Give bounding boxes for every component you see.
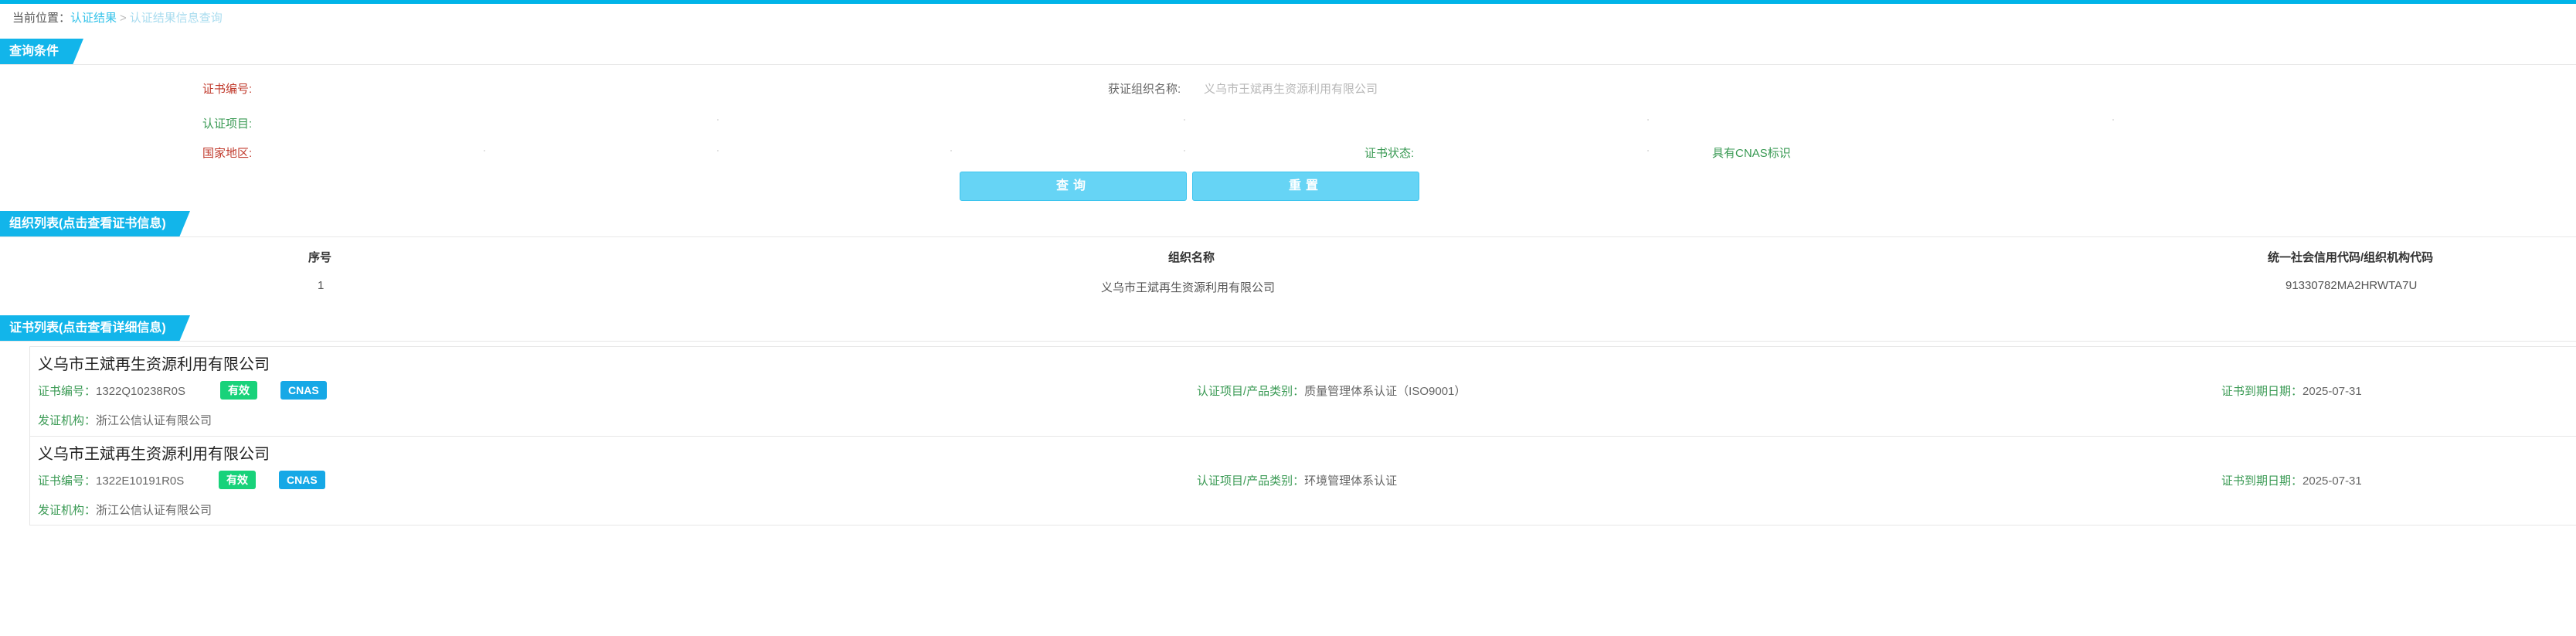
field-divider [1647,119,1649,121]
cert-no-label: 证书编号: [202,83,253,96]
certificate-project: 认证项目/产品类别：质量管理体系认证（ISO9001） [1197,383,1466,399]
project-value: 环境管理体系认证 [1304,474,1398,488]
cell-org-name[interactable]: 义乌市王斌再生资源利用有限公司 [1101,279,1275,295]
section-query-title: 查询条件 [0,39,83,65]
breadcrumb: 当前位置：认证结果 > 认证结果信息查询 [12,11,223,26]
cnas-badge: CNAS [280,381,327,400]
certificate-card[interactable]: 义乌市王斌再生资源利用有限公司 证书编号：1322E10191R0S 有效 CN… [29,436,2576,525]
reset-button[interactable]: 重置 [1192,172,1419,201]
expiry-key: 证书到期日期： [2221,385,2303,398]
status-badge: 有效 [220,381,257,400]
cert-no-key: 证书编号： [38,474,97,488]
section-divider [0,236,2576,237]
cert-no-value: 1322E10191R0S [96,474,185,488]
issuer-key: 发证机构： [38,504,97,517]
certificate-issuer: 发证机构：浙江公信认证有限公司 [38,502,212,518]
project-label: 认证项目: [202,117,253,131]
project-key: 认证项目/产品类别： [1197,474,1305,488]
field-divider [717,119,719,121]
search-button[interactable]: 查询 [960,172,1187,201]
cert-no-key: 证书编号： [38,385,97,398]
project-select[interactable] [259,114,692,131]
field-divider [484,150,485,151]
certificate-issuer: 发证机构：浙江公信认证有限公司 [38,412,212,428]
certificate-org-title[interactable]: 义乌市王斌再生资源利用有限公司 [38,352,270,374]
field-divider [717,150,719,151]
status-label: 证书状态: [1364,147,1415,160]
section-divider [0,64,2576,65]
breadcrumb-link-results[interactable]: 认证结果 [70,12,117,25]
cell-index: 1 [318,279,325,292]
org-name-label: 获证组织名称: [1108,83,1181,96]
certificate-number: 证书编号：1322Q10238R0S [38,383,185,399]
column-header-org-name: 组织名称 [1168,251,1215,264]
field-divider [2112,119,2114,121]
certificate-org-title[interactable]: 义乌市王斌再生资源利用有限公司 [38,441,270,464]
cnas-checkbox[interactable]: 具有CNAS标识 [1712,145,1791,161]
certificate-project: 认证项目/产品类别：环境管理体系认证 [1197,472,1397,488]
project-key: 认证项目/产品类别： [1197,385,1305,398]
certificate-expiry: 证书到期日期：2025-07-31 [2221,383,2362,399]
top-accent-bar [0,0,2576,4]
field-divider [1184,119,1185,121]
expiry-value: 2025-07-31 [2302,385,2362,398]
breadcrumb-link-query[interactable]: 认证结果信息查询 [130,12,223,25]
cert-no-input[interactable] [259,79,692,96]
region-label: 国家地区: [202,147,253,160]
section-org-list-title: 组织列表(点击查看证书信息) [0,211,190,237]
column-header-credit-code: 统一社会信用代码/组织机构代码 [2268,251,2434,264]
org-name-input[interactable]: 义乌市王斌再生资源利用有限公司 [1204,80,1378,97]
certificate-card[interactable]: 义乌市王斌再生资源利用有限公司 证书编号：1322Q10238R0S 有效 CN… [29,346,2576,436]
project-value: 质量管理体系认证（ISO9001） [1304,385,1466,398]
issuer-value: 浙江公信认证有限公司 [96,504,212,517]
cell-credit-code: 91330782MA2HRWTA7U [2285,279,2418,292]
region-select[interactable] [259,143,483,160]
certificate-expiry: 证书到期日期：2025-07-31 [2221,472,2362,488]
expiry-value: 2025-07-31 [2302,474,2362,488]
section-divider [0,341,2576,342]
column-header-index: 序号 [308,251,332,264]
field-divider [1647,150,1649,151]
status-select[interactable] [1422,143,1646,160]
breadcrumb-label: 当前位置： [12,12,71,25]
breadcrumb-separator: > [120,12,127,25]
section-cert-list-title: 证书列表(点击查看详细信息) [0,315,190,342]
cnas-badge: CNAS [279,471,325,489]
issuer-key: 发证机构： [38,414,97,427]
field-divider [1184,150,1185,151]
cert-no-value: 1322Q10238R0S [96,385,185,398]
issuer-value: 浙江公信认证有限公司 [96,414,212,427]
status-badge: 有效 [219,471,256,489]
field-divider [950,150,952,151]
certificate-number: 证书编号：1322E10191R0S [38,472,184,488]
expiry-key: 证书到期日期： [2221,474,2303,488]
